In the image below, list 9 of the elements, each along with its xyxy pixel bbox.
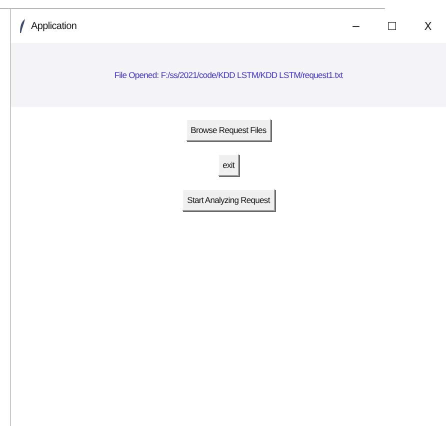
file-opened-label: File Opened: F:/ss/2021/code/KDD LSTM/KDD LSTM/request1.txt	[114, 70, 343, 80]
feather-icon	[19, 19, 26, 33]
minimize-button[interactable]: −	[338, 20, 374, 32]
maximize-button[interactable]: ☐	[374, 20, 410, 32]
action-button[interactable]: exit	[218, 154, 240, 176]
action-button[interactable]: Start Analyzing Request	[182, 189, 275, 211]
close-button[interactable]: X	[410, 20, 446, 32]
action-button[interactable]: Browse Request Files	[186, 119, 272, 141]
window-title: Application	[31, 20, 77, 32]
